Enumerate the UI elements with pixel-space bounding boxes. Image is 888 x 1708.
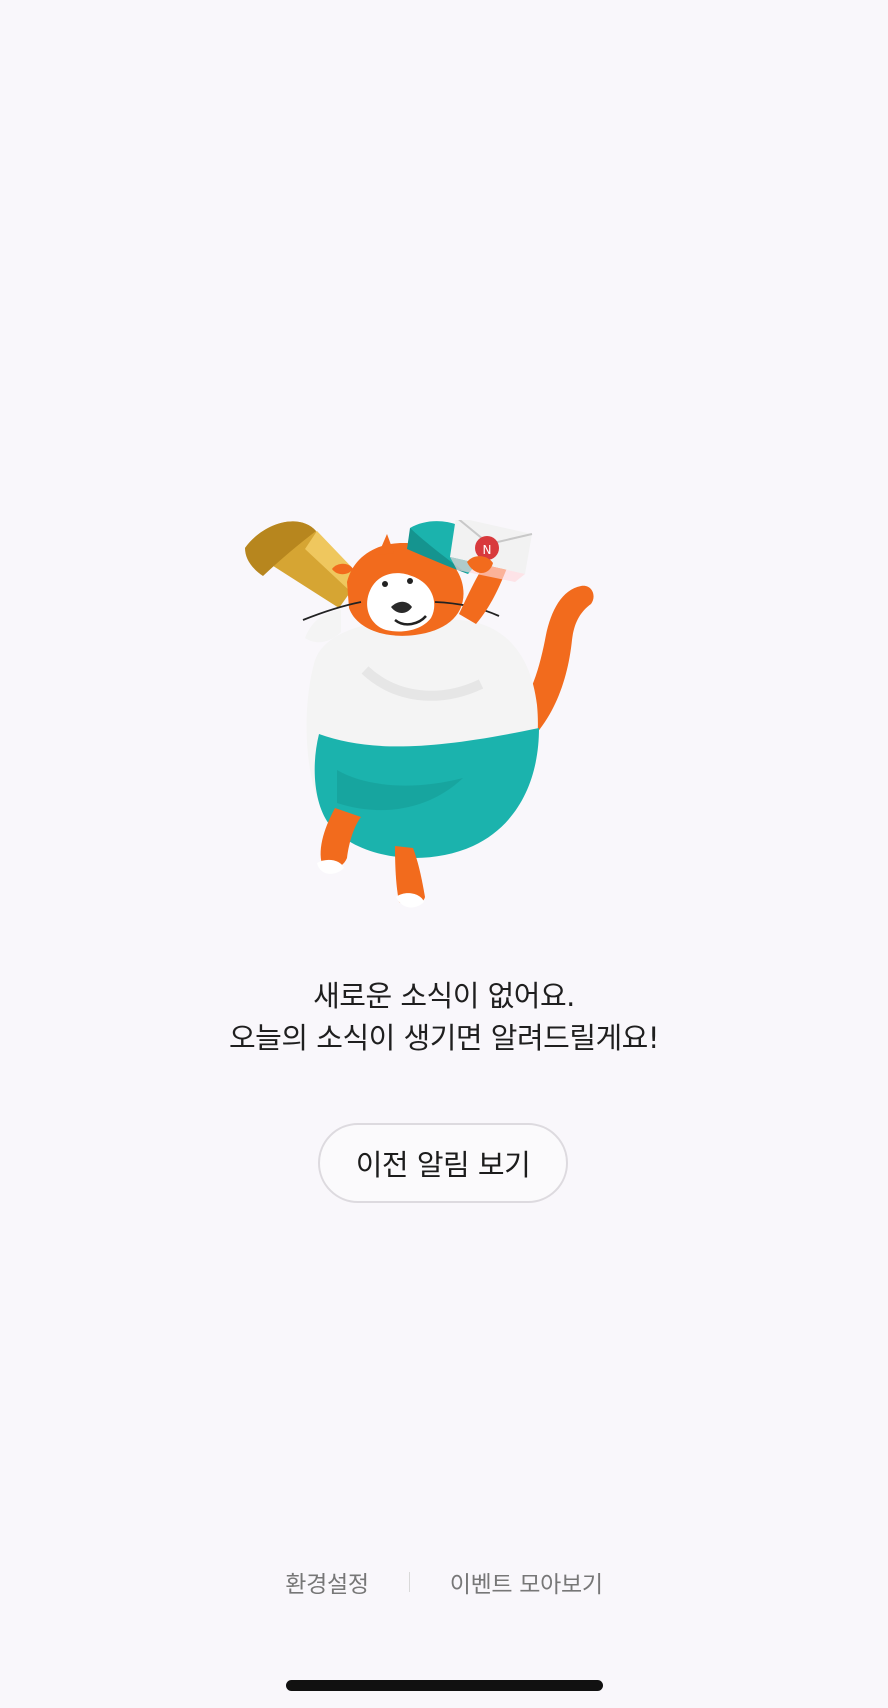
settings-link[interactable]: 환경설정: [281, 1565, 372, 1599]
empty-state-message-line2: 오늘의 소식이 생기면 알려드릴게요!: [229, 1021, 659, 1055]
notification-screen: N 새로운 소식이 없어요. 오늘의 소식이 생기면 알려드릴게요! 이전 알림…: [0, 0, 888, 1708]
footer-divider: [408, 1572, 410, 1592]
svg-text:N: N: [483, 543, 492, 557]
view-previous-notifications-label: 이전 알림 보기: [355, 1148, 531, 1182]
footer-links: 환경설정 이벤트 모아보기: [0, 1560, 888, 1604]
event-collection-link[interactable]: 이벤트 모아보기: [446, 1565, 607, 1599]
view-previous-notifications-button[interactable]: 이전 알림 보기: [318, 1123, 568, 1203]
empty-state-message-line1: 새로운 소식이 없어요.: [313, 979, 575, 1013]
cat-mascot-illustration: N: [245, 520, 594, 908]
home-indicator[interactable]: [286, 1680, 603, 1691]
